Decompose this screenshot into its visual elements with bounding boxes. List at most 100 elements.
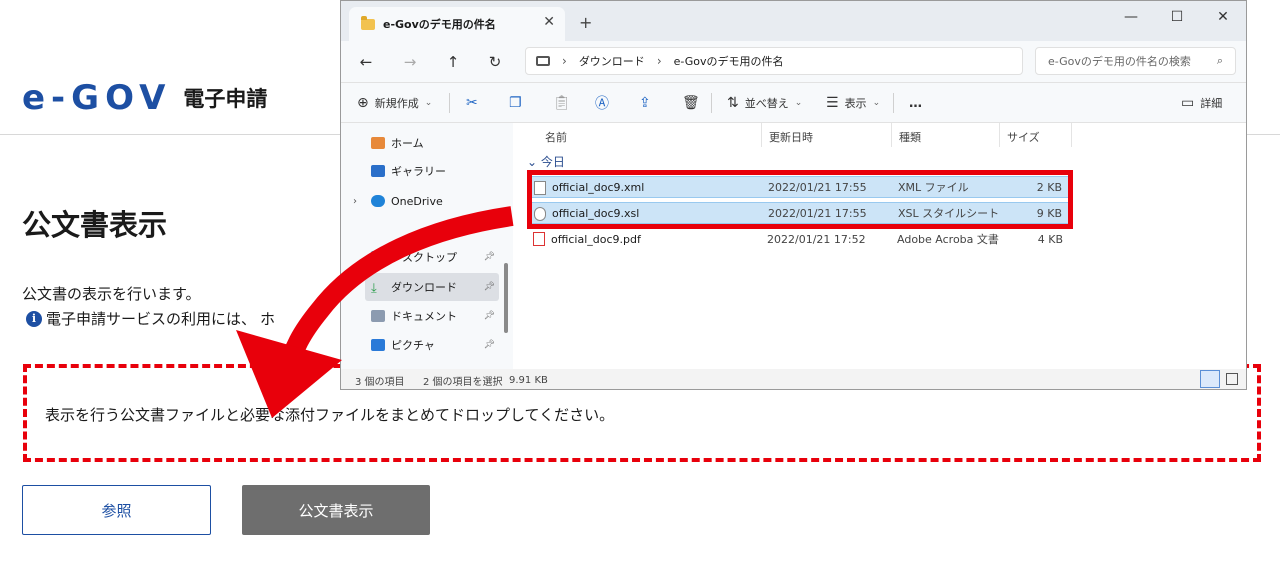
share-icon: ⇪ [639,95,651,111]
search-input[interactable]: e-Govのデモ用の件名の検索 ⌕ [1035,47,1236,75]
nav-item-onedrive[interactable]: › OneDrive [341,187,499,215]
download-icon: ⤓ [371,281,377,296]
chevron-down-icon: ⌄ [794,98,803,108]
picture-icon [371,339,385,351]
nav-item-pictures[interactable]: ピクチャ 📌︎ [341,331,499,359]
info-icon: i [26,310,42,327]
egov-logo[interactable]: e-GOV 電子申請 [22,78,267,118]
sort-icon: ⇅ [727,95,739,111]
cloud-icon [371,195,385,207]
details-view-icon[interactable] [1200,370,1220,388]
paste-icon: 📋︎ [553,95,571,111]
close-window-icon[interactable]: ✕ [1200,1,1246,33]
nav-item-home[interactable]: ホーム [341,129,499,157]
column-header-date[interactable]: 更新日時 [769,129,813,145]
service-notice: i 電子申請サービスの利用には、 ホ [26,308,275,329]
computer-icon [536,56,550,66]
file-row-pdf[interactable]: official_doc9.pdf 2022/01/21 17:52 Adobe… [527,228,1069,250]
view-button[interactable]: ☰ 表示 ⌄ [826,83,880,123]
up-arrow-icon[interactable]: ↑ [440,50,466,74]
sort-label: 並べ替え [744,97,789,110]
share-button[interactable]: ⇪ [639,83,651,123]
tiles-view-icon[interactable] [1226,373,1238,385]
notice-text-tail: ホ [260,310,276,328]
rename-button[interactable]: Ⓐ [595,83,609,123]
chevron-right-icon: › [656,54,662,68]
folder-icon [361,15,375,30]
file-name: official_doc9.pdf [551,232,641,246]
nav-label: ダウンロード [391,281,457,294]
cut-button[interactable]: ✂ [466,83,478,123]
chevron-down-icon: ⌄ [424,98,433,108]
nav-label: ホーム [391,137,424,150]
details-label: 詳細 [1200,97,1223,110]
status-size: 9.91 KB [509,374,548,386]
status-bar: 3 個の項目 2 個の項目を選択 9.91 KB [341,369,1246,389]
pdf-file-icon [533,232,545,246]
window-controls: — ☐ ✕ [1108,1,1246,33]
nav-label: デスクトップ [391,251,457,264]
group-label: 今日 [540,155,565,169]
close-tab-icon[interactable]: ✕ [543,14,555,30]
back-arrow-icon[interactable]: ← [353,50,379,74]
view-label: 表示 [844,97,867,110]
home-icon [371,137,385,149]
file-list-pane: 名前 更新日時 種類 サイズ ⌄ 今日 official_doc9.xml 20… [513,123,1246,369]
delete-button[interactable]: 🗑︎ [682,83,700,123]
desktop-icon [371,251,385,263]
maximize-icon[interactable]: ☐ [1154,1,1200,33]
column-header-type[interactable]: 種類 [899,129,921,145]
nav-scrollbar[interactable] [504,263,508,333]
paste-button[interactable]: 📋︎ [553,83,571,123]
file-date: 2022/01/21 17:52 [767,232,866,246]
trash-icon: 🗑︎ [682,95,700,111]
new-button[interactable]: ⊕ 新規作成 ⌄ [357,83,432,123]
column-divider [999,123,1000,147]
page-title: 公文書表示 [22,208,168,242]
forward-arrow-icon[interactable]: → [397,50,423,74]
scissors-icon: ✂ [466,95,478,111]
command-bar: ⊕ 新規作成 ⌄ ✂ ❐ 📋︎ Ⓐ ⇪ 🗑︎ ⇅ 並べ替え ⌄ ☰ 表示 ⌄ …… [341,83,1246,123]
nav-item-gallery[interactable]: ギャラリー [341,157,499,185]
pin-icon: 📌︎ [483,252,495,262]
selection-highlight-box [527,170,1073,229]
logo-mark: e-GOV [22,78,172,118]
rename-icon: Ⓐ [595,96,609,112]
pin-icon: 📌︎ [483,311,495,321]
minimize-icon[interactable]: — [1108,1,1154,33]
show-document-button[interactable]: 公文書表示 [242,485,430,535]
new-tab-icon[interactable]: + [579,13,592,32]
column-divider [891,123,892,147]
browse-button[interactable]: 参照 [22,485,211,535]
pin-icon: 📌︎ [483,340,495,350]
copy-button[interactable]: ❐ [509,83,522,123]
sort-button[interactable]: ⇅ 並べ替え ⌄ [727,83,802,123]
toolbar-divider [449,93,450,113]
view-list-icon: ☰ [826,95,839,111]
file-size: 4 KB [1037,232,1063,246]
drop-zone-text: 表示を行う公文書ファイルと必要な添付ファイルをまとめてドロップしてください。 [45,406,615,424]
explorer-tab-bar: e-Govのデモ用の件名 ✕ + — ☐ ✕ [341,1,1246,41]
new-label: 新規作成 [374,97,419,110]
group-header-today[interactable]: ⌄ 今日 [527,153,565,170]
more-options-button[interactable]: … [909,83,922,123]
egov-page: e-GOV 電子申請 公文書表示 公文書の表示を行います。 i 電子申請サービス… [0,0,1280,570]
column-header-name[interactable]: 名前 [545,129,567,145]
breadcrumb-folder[interactable]: e-Govのデモ用の件名 [674,53,784,69]
details-pane-button[interactable]: ▭ 詳細 [1181,83,1222,123]
nav-item-downloads[interactable]: ⤓ ダウンロード 📌︎ [365,273,499,301]
column-divider [761,123,762,147]
explorer-tab[interactable]: e-Govのデモ用の件名 ✕ [349,7,565,41]
column-header-size[interactable]: サイズ [1007,129,1040,145]
nav-item-documents[interactable]: ドキュメント 📌︎ [341,302,499,330]
document-icon [371,310,385,322]
tab-title: e-Govのデモ用の件名 [383,18,496,31]
nav-label: ピクチャ [391,339,435,352]
nav-item-desktop[interactable]: デスクトップ 📌︎ [341,243,499,271]
nav-label: OneDrive [391,194,443,208]
search-placeholder: e-Govのデモ用の件名の検索 [1048,55,1191,68]
address-bar[interactable]: › ダウンロード › e-Govのデモ用の件名 [525,47,1023,75]
breadcrumb-downloads[interactable]: ダウンロード [579,53,645,69]
refresh-icon[interactable]: ↻ [482,50,508,74]
navigation-pane: ホーム ギャラリー › OneDrive デスクトップ 📌︎ ⤓ ダウンロード … [341,123,513,369]
